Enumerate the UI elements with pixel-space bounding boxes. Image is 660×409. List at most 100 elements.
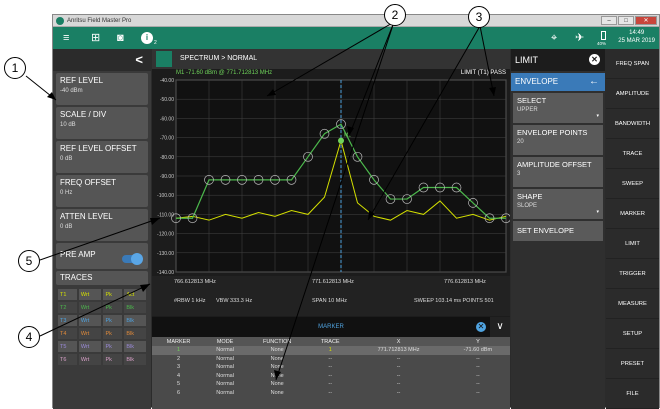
menu-sweep[interactable]: SWEEP (606, 169, 659, 199)
shape-label: SHAPE (517, 192, 543, 201)
span-readout[interactable]: SPAN 10 MHz (312, 298, 347, 304)
envelope-header[interactable]: ENVELOPE ← (511, 73, 605, 91)
marker-table-close-icon[interactable]: ✕ (476, 322, 486, 332)
table-row[interactable]: 2 Normal None -- -- -- (152, 355, 510, 364)
rbw-readout[interactable]: #RBW 1 kHz (174, 298, 205, 304)
preamp-toggle[interactable] (122, 253, 143, 265)
table-row[interactable]: 5 Normal None -- -- -- (152, 380, 510, 389)
select-button[interactable]: SELECT UPPER ▾ (513, 93, 603, 123)
marker-function: None (270, 372, 284, 379)
marker-number: 3 (177, 364, 181, 371)
marker-mode: Normal (216, 372, 234, 379)
table-row[interactable]: 3 Normal None -- -- -- (152, 363, 510, 372)
y-tick-label: -80.00 (160, 155, 174, 161)
ref-level-offset-value: 0 dB (60, 156, 73, 162)
trace-row[interactable]: T5 Wrt Pk Blk (58, 341, 146, 352)
marker-mode: Normal (216, 389, 234, 396)
table-row[interactable]: 1 Normal None 1 771.712813 MHz -71.60 dBm (152, 346, 510, 355)
menu-amplitude[interactable]: AMPLITUDE (606, 79, 659, 109)
menu-trace[interactable]: TRACE (606, 139, 659, 169)
trace-id: T3 (60, 317, 67, 324)
spectrum-view: SPECTRUM > NORMAL M1 -71.60 dBm @ 771.71… (152, 49, 510, 409)
y-tick-label: -40.00 (160, 78, 174, 84)
menu-freq-span[interactable]: FREQ SPAN (606, 49, 659, 79)
set-envelope-button[interactable]: SET ENVELOPE (513, 221, 603, 241)
y-tick-label: -130.00 (157, 251, 174, 257)
scale-div-button[interactable]: SCALE / DIV 10 dB (56, 107, 148, 139)
grid-icon[interactable]: ⊞ (91, 31, 100, 45)
minimize-button[interactable]: – (601, 16, 617, 25)
back-arrow-icon[interactable]: ← (589, 73, 599, 91)
envelope-points-button[interactable]: ENVELOPE POINTS 20 (513, 125, 603, 155)
spectrum-breadcrumb[interactable]: SPECTRUM > NORMAL (180, 55, 257, 62)
clock-time: 14:49 (629, 30, 645, 36)
column-header: X (351, 337, 446, 346)
trace-row[interactable]: T1 Wrt Pk Act (58, 289, 146, 300)
trace-row[interactable]: T2 Wrt Pk Blk (58, 302, 146, 313)
freq-offset-button[interactable]: FREQ OFFSET 0 Hz (56, 175, 148, 207)
marker-number: 2 (177, 355, 181, 362)
table-row[interactable]: 4 Normal None -- -- -- (152, 372, 510, 381)
menu-measure[interactable]: MEASURE (606, 289, 659, 319)
info-icon[interactable]: i (141, 32, 153, 44)
maximize-button[interactable]: □ (618, 16, 634, 25)
back-icon[interactable]: < (135, 52, 143, 67)
preamp-button[interactable]: PRE AMP (56, 243, 148, 269)
trace-state: Blk (126, 317, 134, 324)
limit-close-icon[interactable]: ✕ (589, 54, 600, 65)
column-header: FUNCTION (245, 337, 310, 346)
menu-limit[interactable]: LIMIT (606, 229, 659, 259)
y-tick-label: -70.00 (160, 136, 174, 142)
app-window: Anritsu Field Master Pro – □ ✕ ≡ ⊞ ◙ i 2… (52, 14, 660, 409)
menu-setup[interactable]: SETUP (606, 319, 659, 349)
vbw-readout[interactable]: VBW 333.3 Hz (216, 298, 252, 304)
envelope-label: ENVELOPE (515, 77, 559, 86)
atten-level-button[interactable]: ATTEN LEVEL 0 dB (56, 209, 148, 241)
scale-div-label: SCALE / DIV (60, 110, 107, 119)
amplitude-offset-label: AMPLITUDE OFFSET (517, 160, 592, 169)
ref-level-button[interactable]: REF LEVEL -40 dBm (56, 73, 148, 105)
shape-button[interactable]: SHAPE SLOPE ▾ (513, 189, 603, 219)
spectrum-plot[interactable]: -40.00 -50.00 -60.00 -70.00 -80.00 -90.00 -100… (152, 78, 510, 276)
trace-row[interactable]: T3 Wrt Pk Blk (58, 315, 146, 326)
marker-y: -- (476, 389, 480, 396)
freq-start: 766.612813 MHz (174, 279, 216, 285)
trace-detector: Pk (105, 291, 112, 298)
marker-number: 1 (152, 346, 206, 355)
camera-icon[interactable]: ◙ (117, 31, 124, 45)
callout-3: 3 (468, 6, 490, 28)
menu-preset[interactable]: PRESET (606, 349, 659, 379)
menu-icon[interactable]: ≡ (63, 31, 69, 45)
ref-level-offset-button[interactable]: REF LEVEL OFFSET 0 dB (56, 141, 148, 173)
amplitude-offset-button[interactable]: AMPLITUDE OFFSET 3 (513, 157, 603, 187)
marker-function: None (270, 364, 284, 371)
y-tick-label: -120.00 (157, 232, 174, 238)
trace-state: Blk (126, 330, 134, 337)
trace-state: Blk (126, 356, 134, 363)
trace-id: T6 (60, 356, 67, 363)
marker-x: -- (396, 389, 401, 396)
marker-trace: -- (328, 355, 333, 362)
menu-marker[interactable]: MARKER (606, 199, 659, 229)
limit-panel: LIMIT ✕ ENVELOPE ← SELECT UPPER ▾ ENVELOPE… (511, 49, 605, 409)
menu-file[interactable]: FILE (606, 379, 659, 409)
sweep-readout[interactable]: SWEEP 103.14 ms POINTS 501 (414, 298, 494, 304)
table-row[interactable]: 6 Normal None -- -- -- (152, 389, 510, 398)
close-button[interactable]: ✕ (635, 16, 657, 25)
trace-row[interactable]: T6 Wrt Pk Blk (58, 354, 146, 365)
traces-button[interactable]: TRACES (56, 271, 148, 285)
ref-level-label: REF LEVEL (60, 76, 104, 85)
trace-state: Blk (126, 343, 134, 350)
trace-detector: Pk (105, 356, 112, 363)
trace-row[interactable]: T4 Wrt Pk Blk (58, 328, 146, 339)
marker-x: -- (396, 355, 401, 362)
menu-bandwidth[interactable]: BANDWIDTH (606, 109, 659, 139)
set-envelope-label: SET ENVELOPE (517, 226, 574, 235)
envelope-points-value: 20 (517, 139, 524, 145)
marker-table-title: MARKER (318, 324, 344, 330)
chevron-down-icon[interactable]: ∨ (490, 317, 510, 337)
marker-x: -- (396, 381, 401, 388)
ref-level-value: -40 dBm (60, 88, 83, 94)
menu-trigger[interactable]: TRIGGER (606, 259, 659, 289)
spectrum-icon[interactable] (156, 51, 172, 67)
